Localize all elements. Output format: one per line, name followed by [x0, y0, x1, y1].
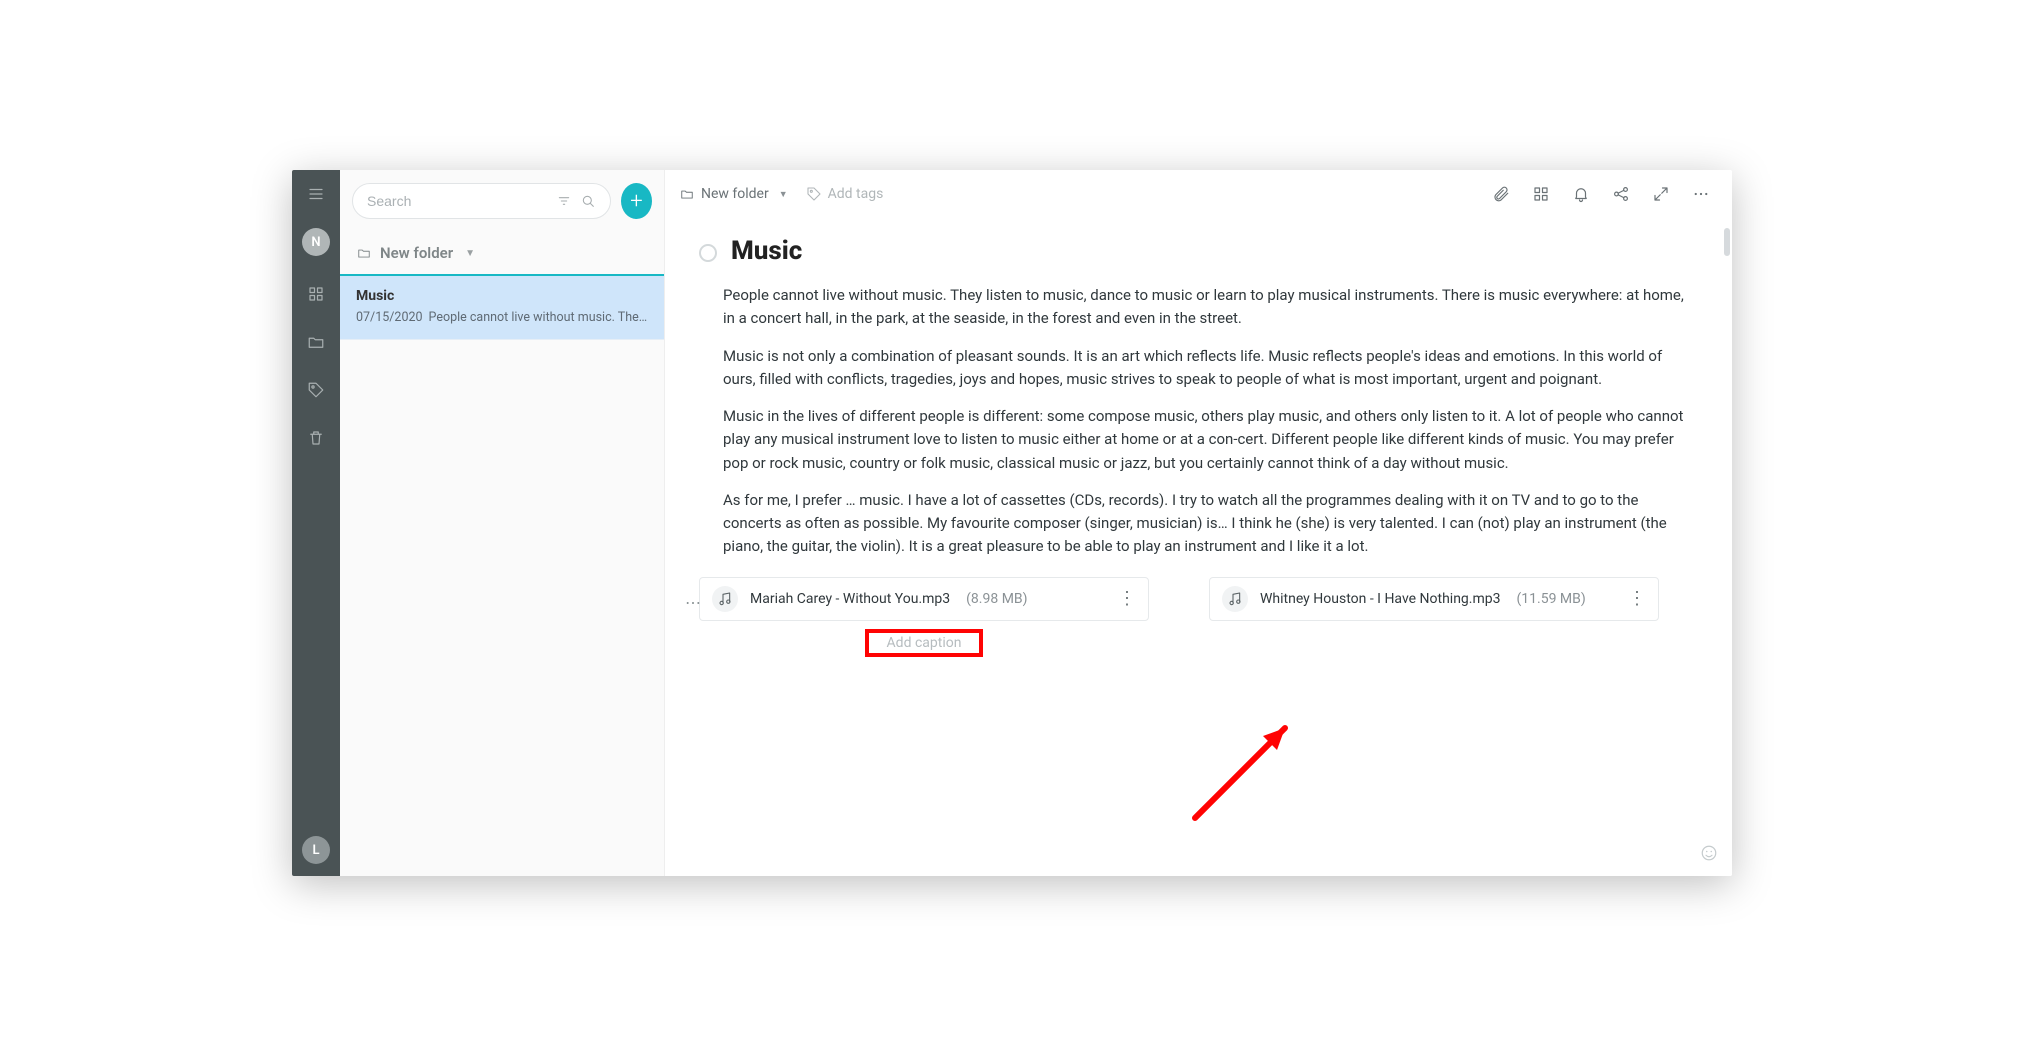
add-caption-placeholder: Add caption — [887, 635, 962, 651]
sidebar: + New folder ▼ Music 07/15/2020 People ca… — [340, 170, 665, 876]
add-tags-button[interactable]: Add tags — [806, 186, 884, 202]
attachment-card[interactable]: Whitney Houston - I Have Nothing.mp3 (11… — [1209, 577, 1659, 621]
attachment-card[interactable]: Mariah Carey - Without You.mp3 (8.98 MB)… — [699, 577, 1149, 621]
music-note-icon — [712, 586, 738, 612]
attachments-row: ⋯ Mariah Carey - Without You.mp3 (8.98 M… — [699, 577, 1686, 657]
app-switcher-icon[interactable] — [1532, 185, 1550, 203]
attachment-menu-icon[interactable]: ⋮ — [1118, 590, 1136, 608]
trash-icon[interactable] — [306, 428, 326, 448]
note-item-preview: People cannot live without music. They l… — [429, 310, 648, 325]
add-tags-label: Add tags — [828, 186, 884, 202]
chevron-down-icon: ▼ — [779, 189, 788, 200]
page-title[interactable]: Music — [731, 236, 802, 266]
note-item-meta: 07/15/2020 People cannot live without mus… — [356, 310, 648, 325]
emoji-picker-icon[interactable] — [1700, 844, 1718, 866]
paragraph[interactable]: As for me, I prefer … music. I have a lo… — [723, 489, 1686, 559]
paragraph[interactable]: Music is not only a combination of pleas… — [723, 345, 1686, 392]
attachment-menu-icon[interactable]: ⋮ — [1628, 590, 1646, 608]
todo-circle[interactable] — [699, 244, 717, 262]
paragraph[interactable]: Music in the lives of different people i… — [723, 405, 1686, 475]
search-icon[interactable] — [580, 193, 596, 209]
more-icon[interactable] — [1692, 185, 1710, 203]
attachment-icon[interactable] — [1492, 185, 1510, 203]
breadcrumb-label: New folder — [701, 186, 769, 202]
expand-icon[interactable] — [1652, 185, 1670, 203]
avatar-bottom[interactable]: L — [302, 836, 330, 864]
attachment-filename: Mariah Carey - Without You.mp3 — [750, 591, 950, 607]
attachment-filesize: (11.59 MB) — [1517, 591, 1586, 607]
tag-icon[interactable] — [306, 380, 326, 400]
main-toolbar: New folder ▼ Add tags — [665, 170, 1732, 218]
note-list-item[interactable]: Music 07/15/2020 People cannot live witho… — [340, 276, 664, 340]
new-note-button[interactable]: + — [621, 183, 652, 219]
attachment-filename: Whitney Houston - I Have Nothing.mp3 — [1260, 591, 1501, 607]
note-item-title: Music — [356, 288, 648, 304]
sidebar-folder-label: New folder — [380, 244, 453, 262]
music-note-icon — [1222, 586, 1248, 612]
block-handle-icon[interactable]: ⋯ — [685, 593, 702, 612]
note-item-date: 07/15/2020 — [356, 310, 423, 325]
share-icon[interactable] — [1612, 185, 1630, 203]
filter-icon[interactable] — [556, 193, 572, 209]
attachment-filesize: (8.98 MB) — [966, 591, 1027, 607]
bell-icon[interactable] — [1572, 185, 1590, 203]
search-input[interactable] — [367, 193, 548, 209]
sidebar-toolbar: + — [340, 170, 664, 232]
app-window: N L + — [292, 170, 1732, 876]
main-area: New folder ▼ Add tags Music — [665, 170, 1732, 876]
editor-scroll[interactable]: Music People cannot live without music. … — [665, 218, 1732, 876]
annotation-arrow — [1185, 718, 1315, 828]
add-caption-input[interactable]: Add caption — [865, 629, 984, 657]
search-box[interactable] — [352, 183, 611, 219]
paragraph[interactable]: People cannot live without music. They l… — [723, 284, 1686, 331]
apps-grid-icon[interactable] — [306, 284, 326, 304]
sidebar-folder-header[interactable]: New folder ▼ — [340, 232, 664, 276]
left-rail: N L — [292, 170, 340, 876]
chevron-down-icon: ▼ — [465, 248, 475, 259]
folder-icon[interactable] — [306, 332, 326, 352]
avatar-top[interactable]: N — [302, 228, 330, 256]
hamburger-icon[interactable] — [306, 184, 326, 204]
breadcrumb[interactable]: New folder ▼ — [679, 186, 788, 202]
editor-body: Music People cannot live without music. … — [665, 218, 1732, 697]
